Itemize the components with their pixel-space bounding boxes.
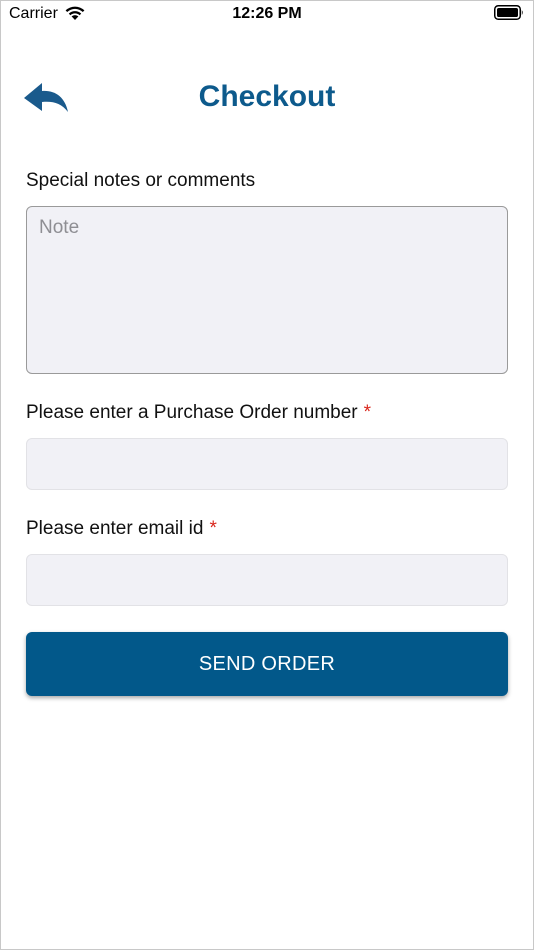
po-label-text: Please enter a Purchase Order number: [26, 402, 358, 423]
notes-textarea[interactable]: [26, 206, 508, 374]
email-label-text: Please enter email id: [26, 518, 204, 539]
po-number-input[interactable]: [26, 438, 508, 490]
battery-icon: [494, 5, 523, 20]
status-time: 12:26 PM: [232, 5, 302, 22]
send-order-button[interactable]: SEND ORDER: [26, 632, 508, 696]
po-required-marker: *: [363, 402, 372, 423]
po-label: Please enter a Purchase Order number *: [26, 402, 371, 424]
notes-label: Special notes or comments: [26, 170, 256, 191]
email-input[interactable]: [26, 554, 508, 606]
status-bar: Carrier 12:26 PM: [0, 0, 534, 30]
page-title: Checkout: [198, 80, 336, 113]
email-required-marker: *: [209, 518, 217, 539]
email-label: Please enter email id *: [26, 518, 217, 540]
